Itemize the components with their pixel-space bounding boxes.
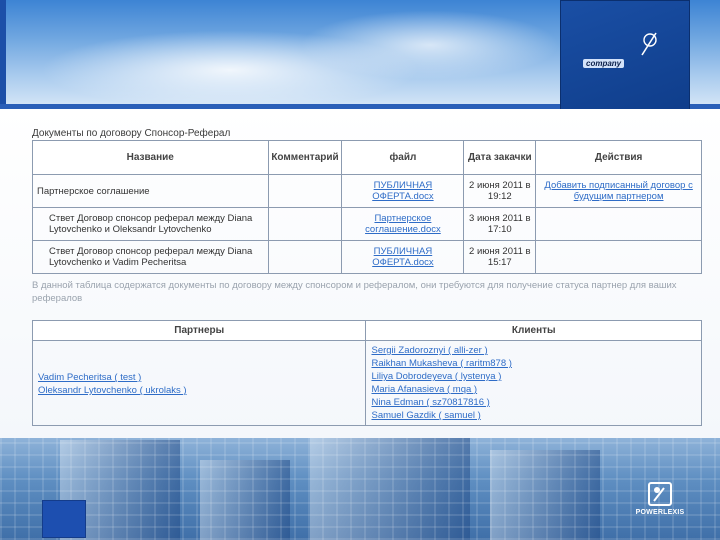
table-row: Партнерское соглашение ПУБЛИЧНАЯ ОФЕРТА.… bbox=[32, 174, 702, 208]
table-header-row: Название Комментарий файл Дата закачки Д… bbox=[32, 140, 702, 175]
column-header-partners: Партнеры bbox=[31, 320, 367, 341]
logo-wordmark: company bbox=[583, 59, 625, 68]
glass-facade-pattern bbox=[0, 438, 720, 540]
doc-date: 3 июня 2011 в 17:10 bbox=[463, 207, 537, 241]
doc-date: 2 июня 2011 в 15:17 bbox=[463, 240, 537, 274]
partners-cell: Vadim Pecheritsa ( test ) Oleksandr Lyto… bbox=[31, 340, 367, 426]
doc-name: Ствет Договор спонсор реферал между Dian… bbox=[32, 240, 269, 274]
client-link[interactable]: Samuel Gazdik ( samuel ) bbox=[371, 409, 696, 422]
left-accent-stripe bbox=[0, 0, 6, 108]
add-signed-contract-link[interactable]: Добавить подписанный договор с будущим п… bbox=[544, 180, 692, 202]
table-row: Vadim Pecheritsa ( test ) Oleksandr Lyto… bbox=[31, 340, 702, 426]
file-link[interactable]: ПУБЛИЧНАЯ ОФЕРТА.docx bbox=[372, 246, 433, 268]
powerlexis-emblem-icon bbox=[648, 482, 672, 506]
doc-action bbox=[535, 240, 702, 274]
powerlexis-logo: POWERLEXIS bbox=[630, 482, 690, 527]
brand-name: POWERLEXIS bbox=[635, 509, 685, 516]
client-link[interactable]: Raikhan Mukasheva ( raritm878 ) bbox=[371, 357, 696, 370]
doc-name: Ствет Договор спонсор реферал между Dian… bbox=[32, 207, 269, 241]
partner-link[interactable]: Vadim Pecheritsa ( test ) bbox=[38, 371, 360, 384]
column-header-clients: Клиенты bbox=[365, 320, 702, 341]
file-link[interactable]: ПУБЛИЧНАЯ ОФЕРТА.docx bbox=[372, 180, 433, 202]
info-note: В данной таблица содержатся документы по… bbox=[32, 280, 677, 304]
partner-link[interactable]: Oleksandr Lytovchenko ( ukrolaks ) bbox=[38, 384, 360, 397]
client-link[interactable]: Liliya Dobrodeyeva ( lystenya ) bbox=[371, 370, 696, 383]
doc-comment bbox=[267, 207, 343, 241]
doc-action bbox=[535, 207, 702, 241]
page-title: Документы по договору Спонсор-Реферал bbox=[32, 128, 231, 139]
column-header-file: файл bbox=[341, 140, 465, 175]
doc-comment bbox=[267, 240, 343, 274]
client-link[interactable]: Sergii Zadoroznyi ( alli-zer ) bbox=[371, 344, 696, 357]
column-header-date: Дата закачки bbox=[463, 140, 537, 175]
footer-building-photo bbox=[0, 438, 720, 540]
file-link[interactable]: Партнерское соглашение.docx bbox=[365, 213, 441, 235]
doc-comment bbox=[267, 174, 343, 208]
table-row: Ствет Договор спонсор реферал между Dian… bbox=[32, 207, 702, 241]
clients-cell: Sergii Zadoroznyi ( alli-zer ) Raikhan M… bbox=[365, 340, 702, 426]
column-header-name: Название bbox=[32, 140, 269, 175]
partners-clients-table: Партнеры Клиенты Vadim Pecheritsa ( test… bbox=[31, 320, 702, 426]
doc-name: Партнерское соглашение bbox=[32, 174, 269, 208]
footer-blue-block bbox=[42, 500, 86, 538]
table-header-row: Партнеры Клиенты bbox=[31, 320, 702, 341]
client-link[interactable]: Maria Afanasieva ( mqa ) bbox=[371, 383, 696, 396]
table-row: Ствет Договор спонсор реферал между Dian… bbox=[32, 240, 702, 274]
doc-date: 2 июня 2011 в 19:12 bbox=[463, 174, 537, 208]
logo-emblem-icon bbox=[641, 32, 657, 56]
cloud-decoration bbox=[300, 10, 560, 80]
column-header-comment: Комментарий bbox=[267, 140, 343, 175]
documents-table: Название Комментарий файл Дата закачки Д… bbox=[32, 140, 702, 274]
column-header-actions: Действия bbox=[535, 140, 702, 175]
company-logo: company bbox=[560, 0, 690, 116]
client-link[interactable]: Nina Edman ( sz70817816 ) bbox=[371, 396, 696, 409]
